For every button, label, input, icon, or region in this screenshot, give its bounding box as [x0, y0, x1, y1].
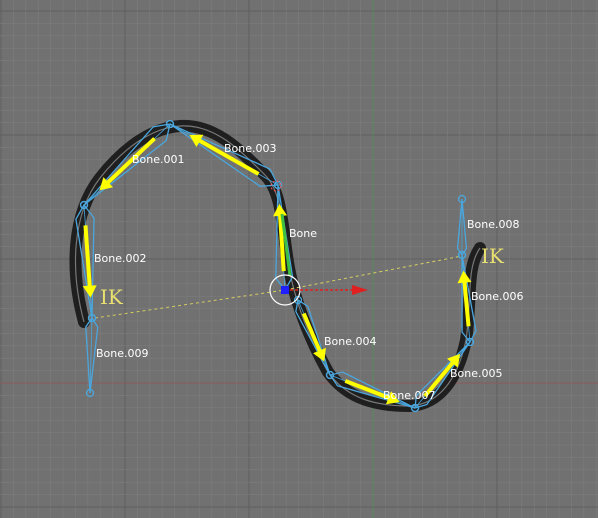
- bone-label-004: Bone.004: [324, 335, 377, 348]
- ik-line-left: [94, 289, 286, 319]
- bone-label-001: Bone.001: [132, 153, 185, 166]
- bone-002-arrow-head: [82, 285, 97, 298]
- manipulator-x-arrowhead[interactable]: [352, 285, 368, 295]
- bone-label-007: Bone.007: [383, 389, 436, 402]
- ik-label-left: IK: [100, 285, 124, 309]
- bone-label-008: Bone.008: [467, 218, 520, 231]
- bone-label-005: Bone.005: [450, 367, 503, 380]
- bone-label-009: Bone.009: [96, 347, 149, 360]
- mesh-outline: [69, 119, 486, 412]
- 3d-viewport[interactable]: Bone.001 Bone.002 Bone.003 Bone Bone.004…: [0, 0, 598, 518]
- mesh-inner-line: [74, 125, 481, 407]
- bone-label-root: Bone: [289, 227, 317, 240]
- ik-label-right: IK: [481, 244, 505, 268]
- bone-label-006: Bone.006: [471, 290, 524, 303]
- bone-label-003: Bone.003: [224, 142, 277, 155]
- manipulator-center[interactable]: [281, 286, 289, 294]
- viewport-scene[interactable]: Bone.001 Bone.002 Bone.003 Bone Bone.004…: [0, 0, 598, 518]
- armature-arrows: [82, 134, 472, 405]
- mesh-wireframe[interactable]: [69, 119, 486, 412]
- bone-label-002: Bone.002: [94, 252, 147, 265]
